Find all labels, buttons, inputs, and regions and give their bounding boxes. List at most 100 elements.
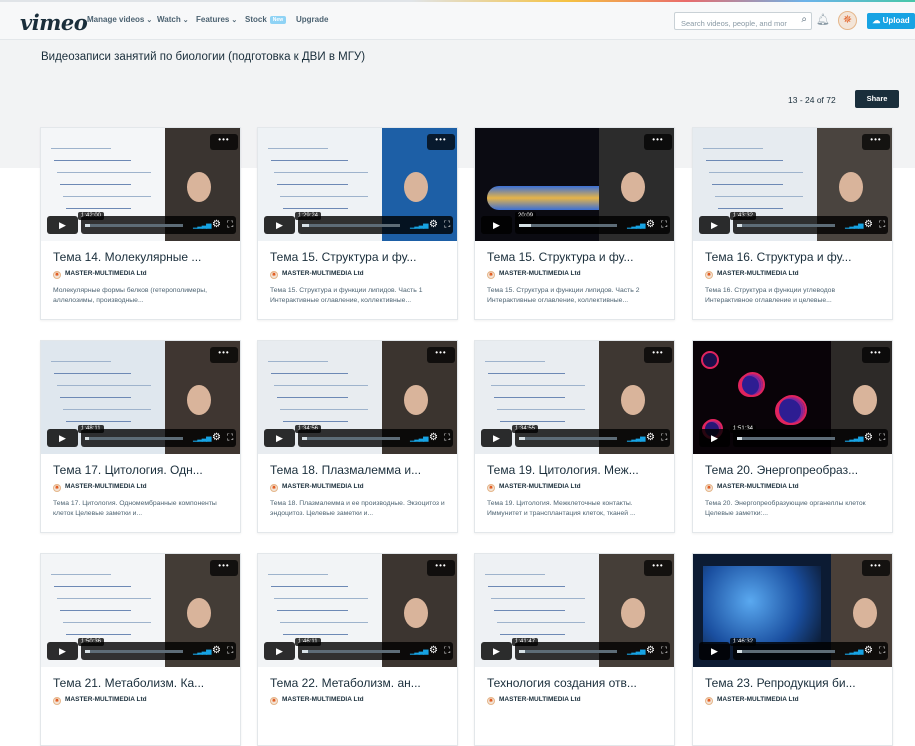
video-thumbnail[interactable]: •••20:09▶▁▂▃▅⚙⛶ bbox=[475, 128, 674, 241]
fullscreen-icon[interactable]: ⛶ bbox=[227, 432, 233, 443]
bell-icon[interactable]: 🔔︎ bbox=[816, 13, 830, 26]
video-thumbnail[interactable]: •••1:48:11▶▁▂▃▅⚙⛶ bbox=[41, 341, 240, 454]
video-card[interactable]: •••1:50:36▶▁▂▃▅⚙⛶Тема 21. Метаболизм. Ка… bbox=[40, 553, 241, 746]
fullscreen-icon[interactable]: ⛶ bbox=[661, 219, 667, 230]
volume-icon[interactable]: ▁▂▃▅ bbox=[410, 647, 429, 655]
volume-icon[interactable]: ▁▂▃▅ bbox=[627, 434, 646, 442]
nav-watch[interactable]: Watch ⌄ bbox=[157, 15, 189, 24]
volume-icon[interactable]: ▁▂▃▅ bbox=[410, 221, 429, 229]
more-options-icon[interactable]: ••• bbox=[862, 134, 890, 150]
play-button[interactable]: ▶ bbox=[47, 216, 78, 234]
video-owner[interactable]: ✵ MASTER-MULTIMEDIA Ltd bbox=[705, 483, 799, 492]
video-owner[interactable]: ✵ MASTER-MULTIMEDIA Ltd bbox=[487, 696, 581, 705]
gear-icon[interactable]: ⚙ bbox=[212, 432, 221, 443]
more-options-icon[interactable]: ••• bbox=[210, 134, 238, 150]
search-icon[interactable]: ⌕ bbox=[801, 14, 807, 25]
share-button[interactable]: Share bbox=[855, 90, 899, 108]
fullscreen-icon[interactable]: ⛶ bbox=[444, 432, 450, 443]
avatar[interactable]: ✵ bbox=[838, 11, 857, 30]
nav-manage-videos[interactable]: Manage videos ⌄ bbox=[87, 15, 152, 24]
video-owner[interactable]: ✵ MASTER-MULTIMEDIA Ltd bbox=[53, 270, 147, 279]
more-options-icon[interactable]: ••• bbox=[427, 347, 455, 363]
fullscreen-icon[interactable]: ⛶ bbox=[879, 645, 885, 656]
play-button[interactable]: ▶ bbox=[481, 429, 512, 447]
video-card[interactable]: •••1:41:47▶▁▂▃▅⚙⛶Технология создания отв… bbox=[474, 553, 675, 746]
gear-icon[interactable]: ⚙ bbox=[646, 432, 655, 443]
more-options-icon[interactable]: ••• bbox=[427, 134, 455, 150]
video-title[interactable]: Тема 23. Репродукция би... bbox=[705, 676, 885, 690]
video-owner[interactable]: ✵ MASTER-MULTIMEDIA Ltd bbox=[705, 270, 799, 279]
search-input[interactable] bbox=[675, 15, 793, 32]
video-owner[interactable]: ✵ MASTER-MULTIMEDIA Ltd bbox=[487, 483, 581, 492]
play-button[interactable]: ▶ bbox=[699, 642, 730, 660]
nav-stock[interactable]: Stock New bbox=[245, 15, 287, 24]
gear-icon[interactable]: ⚙ bbox=[646, 219, 655, 230]
volume-icon[interactable]: ▁▂▃▅ bbox=[845, 221, 864, 229]
fullscreen-icon[interactable]: ⛶ bbox=[879, 432, 885, 443]
video-thumbnail[interactable]: •••1:43:32▶▁▂▃▅⚙⛶ bbox=[693, 128, 892, 241]
video-title[interactable]: Технология создания отв... bbox=[487, 676, 667, 690]
play-button[interactable]: ▶ bbox=[264, 642, 295, 660]
video-owner[interactable]: ✵ MASTER-MULTIMEDIA Ltd bbox=[270, 696, 364, 705]
fullscreen-icon[interactable]: ⛶ bbox=[661, 645, 667, 656]
fullscreen-icon[interactable]: ⛶ bbox=[227, 219, 233, 230]
progress-track[interactable] bbox=[85, 224, 183, 227]
volume-icon[interactable]: ▁▂▃▅ bbox=[410, 434, 429, 442]
play-button[interactable]: ▶ bbox=[47, 642, 78, 660]
video-title[interactable]: Тема 19. Цитология. Меж... bbox=[487, 463, 667, 477]
video-title[interactable]: Тема 15. Структура и фу... bbox=[487, 250, 667, 264]
progress-track[interactable] bbox=[737, 224, 835, 227]
video-card[interactable]: •••1:46:32▶▁▂▃▅⚙⛶Тема 23. Репродукция би… bbox=[692, 553, 893, 746]
fullscreen-icon[interactable]: ⛶ bbox=[444, 219, 450, 230]
video-title[interactable]: Тема 14. Молекулярные ... bbox=[53, 250, 233, 264]
progress-track[interactable] bbox=[85, 650, 183, 653]
video-thumbnail[interactable]: •••1:51:34▶▁▂▃▅⚙⛶ bbox=[693, 341, 892, 454]
more-options-icon[interactable]: ••• bbox=[644, 560, 672, 576]
video-card[interactable]: •••20:09▶▁▂▃▅⚙⛶Тема 15. Структура и фу..… bbox=[474, 127, 675, 320]
gear-icon[interactable]: ⚙ bbox=[212, 645, 221, 656]
video-owner[interactable]: ✵ MASTER-MULTIMEDIA Ltd bbox=[270, 270, 364, 279]
progress-track[interactable] bbox=[737, 437, 835, 440]
gear-icon[interactable]: ⚙ bbox=[646, 645, 655, 656]
video-thumbnail[interactable]: •••1:41:47▶▁▂▃▅⚙⛶ bbox=[475, 554, 674, 667]
video-owner[interactable]: ✵ MASTER-MULTIMEDIA Ltd bbox=[487, 270, 581, 279]
volume-icon[interactable]: ▁▂▃▅ bbox=[627, 647, 646, 655]
more-options-icon[interactable]: ••• bbox=[210, 560, 238, 576]
play-button[interactable]: ▶ bbox=[264, 429, 295, 447]
more-options-icon[interactable]: ••• bbox=[427, 560, 455, 576]
fullscreen-icon[interactable]: ⛶ bbox=[879, 219, 885, 230]
more-options-icon[interactable]: ••• bbox=[210, 347, 238, 363]
video-title[interactable]: Тема 16. Структура и фу... bbox=[705, 250, 885, 264]
video-title[interactable]: Тема 15. Структура и фу... bbox=[270, 250, 450, 264]
progress-track[interactable] bbox=[519, 224, 617, 227]
volume-icon[interactable]: ▁▂▃▅ bbox=[845, 647, 864, 655]
more-options-icon[interactable]: ••• bbox=[644, 347, 672, 363]
progress-track[interactable] bbox=[302, 650, 400, 653]
play-button[interactable]: ▶ bbox=[699, 216, 730, 234]
play-button[interactable]: ▶ bbox=[481, 642, 512, 660]
nav-features[interactable]: Features ⌄ bbox=[196, 15, 237, 24]
video-title[interactable]: Тема 22. Метаболизм. ан... bbox=[270, 676, 450, 690]
progress-track[interactable] bbox=[519, 650, 617, 653]
video-owner[interactable]: ✵ MASTER-MULTIMEDIA Ltd bbox=[53, 483, 147, 492]
progress-track[interactable] bbox=[519, 437, 617, 440]
upload-button[interactable]: ☁ Upload bbox=[867, 13, 915, 29]
video-title[interactable]: Тема 17. Цитология. Одн... bbox=[53, 463, 233, 477]
more-options-icon[interactable]: ••• bbox=[644, 134, 672, 150]
gear-icon[interactable]: ⚙ bbox=[212, 219, 221, 230]
volume-icon[interactable]: ▁▂▃▅ bbox=[193, 434, 212, 442]
video-thumbnail[interactable]: •••1:29:24▶▁▂▃▅⚙⛶ bbox=[258, 128, 457, 241]
video-thumbnail[interactable]: •••1:50:36▶▁▂▃▅⚙⛶ bbox=[41, 554, 240, 667]
volume-icon[interactable]: ▁▂▃▅ bbox=[627, 221, 646, 229]
more-options-icon[interactable]: ••• bbox=[862, 347, 890, 363]
video-card[interactable]: •••1:46:11▶▁▂▃▅⚙⛶Тема 22. Метаболизм. ан… bbox=[257, 553, 458, 746]
play-button[interactable]: ▶ bbox=[481, 216, 512, 234]
video-thumbnail[interactable]: •••1:34:56▶▁▂▃▅⚙⛶ bbox=[258, 341, 457, 454]
play-button[interactable]: ▶ bbox=[47, 429, 78, 447]
volume-icon[interactable]: ▁▂▃▅ bbox=[193, 647, 212, 655]
volume-icon[interactable]: ▁▂▃▅ bbox=[845, 434, 864, 442]
video-card[interactable]: •••1:43:32▶▁▂▃▅⚙⛶Тема 16. Структура и фу… bbox=[692, 127, 893, 320]
gear-icon[interactable]: ⚙ bbox=[864, 219, 873, 230]
video-card[interactable]: •••1:29:24▶▁▂▃▅⚙⛶ Тема 15. Структура и фу… bbox=[257, 127, 458, 320]
video-owner[interactable]: ✵ MASTER-MULTIMEDIA Ltd bbox=[53, 696, 147, 705]
